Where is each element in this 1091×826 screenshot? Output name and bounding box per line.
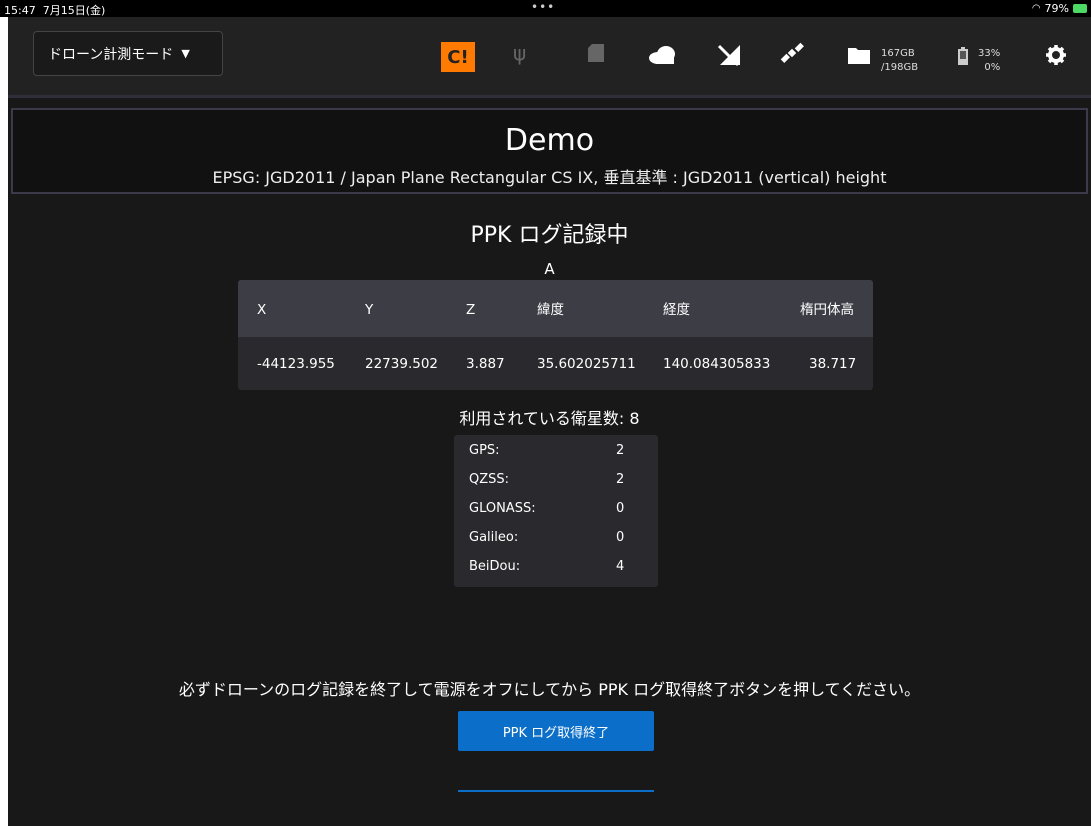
battery-percent: 79% bbox=[1044, 2, 1069, 15]
gear-icon[interactable] bbox=[1046, 45, 1066, 65]
sat-count: 2 bbox=[616, 443, 625, 458]
status-date: 7月15日(金) bbox=[42, 4, 106, 17]
mode-dropdown[interactable]: ドローン計測モード ▼ bbox=[33, 31, 223, 76]
battery-level-2: 0% bbox=[984, 62, 1001, 73]
warning-icon[interactable]: C! bbox=[441, 42, 475, 72]
battery-readout: 33% 0% bbox=[978, 47, 1000, 75]
col-header-height: 楕円体高 bbox=[800, 302, 854, 318]
cloud-icon[interactable] bbox=[648, 46, 678, 64]
satellite-table: GPS: 2 QZSS: 2 GLONASS: 0 Galileo: 0 Bei… bbox=[454, 435, 658, 587]
sat-name: BeiDou: bbox=[469, 559, 521, 574]
battery-icon bbox=[958, 47, 968, 65]
satellite-icon[interactable] bbox=[780, 41, 804, 65]
storage-readout: 167GB /198GB bbox=[881, 47, 918, 75]
col-header-y: Y bbox=[365, 302, 374, 318]
epsg-info: EPSG: JGD2011 / Japan Plane Rectangular … bbox=[212, 168, 887, 187]
battery-icon bbox=[1073, 4, 1087, 13]
divider bbox=[458, 790, 654, 792]
value-lon: 140.084305833 bbox=[663, 356, 771, 372]
chevron-down-icon: ▼ bbox=[181, 47, 190, 60]
stop-ppk-logging-button[interactable]: PPK ログ取得終了 bbox=[458, 711, 654, 751]
wifi-icon: ◠ bbox=[1031, 3, 1041, 14]
table-row: BeiDou: 4 bbox=[469, 559, 649, 581]
sat-name: QZSS: bbox=[469, 472, 510, 487]
app-window: ドローン計測モード ▼ C! ψ 167GB /198GB 33% 0% Dem… bbox=[8, 17, 1091, 826]
sat-count: 2 bbox=[616, 472, 625, 487]
folder-icon[interactable] bbox=[848, 46, 870, 64]
storage-used: 167GB bbox=[881, 48, 915, 59]
table-row: Galileo: 0 bbox=[469, 530, 649, 552]
sat-name: GLONASS: bbox=[469, 501, 536, 516]
sat-count: 4 bbox=[616, 559, 625, 574]
usb-icon[interactable]: ψ bbox=[513, 41, 526, 65]
coordinate-table: X Y Z 緯度 経度 楕円体高 -44123.955 22739.502 3.… bbox=[238, 280, 873, 390]
value-z: 3.887 bbox=[466, 356, 505, 372]
instruction-notice: 必ずドローンのログ記録を終了して電源をオフにしてから PPK ログ取得終了ボタン… bbox=[178, 680, 921, 699]
top-toolbar: ドローン計測モード ▼ C! ψ 167GB /198GB 33% 0% bbox=[8, 17, 1091, 98]
value-lat: 35.602025711 bbox=[537, 356, 636, 372]
col-header-lon: 経度 bbox=[663, 302, 690, 318]
multitask-dots[interactable]: ••• bbox=[531, 0, 555, 14]
project-header: Demo EPSG: JGD2011 / Japan Plane Rectang… bbox=[11, 108, 1088, 194]
col-header-lat: 緯度 bbox=[537, 302, 564, 318]
no-signal-icon[interactable] bbox=[716, 43, 742, 67]
sat-name: GPS: bbox=[469, 443, 500, 458]
value-y: 22739.502 bbox=[365, 356, 439, 372]
sat-name: Galileo: bbox=[469, 530, 519, 545]
sat-count: 0 bbox=[616, 501, 625, 516]
table-row: GLONASS: 0 bbox=[469, 501, 649, 523]
system-status-bar: 15:47 7月15日(金) ••• ◠ 79% bbox=[0, 0, 1091, 17]
fix-status: A bbox=[544, 260, 555, 278]
storage-total: /198GB bbox=[881, 62, 919, 73]
value-x: -44123.955 bbox=[257, 356, 335, 372]
project-title: Demo bbox=[504, 123, 595, 158]
status-time: 15:47 7月15日(金) bbox=[4, 4, 106, 17]
col-header-z: Z bbox=[466, 302, 476, 318]
table-row: GPS: 2 bbox=[469, 443, 649, 465]
sd-card-icon[interactable] bbox=[588, 44, 604, 62]
recording-status-title: PPK ログ記録中 bbox=[470, 223, 629, 248]
sat-count: 0 bbox=[616, 530, 625, 545]
table-row: QZSS: 2 bbox=[469, 472, 649, 494]
battery-level-1: 33% bbox=[978, 48, 1001, 59]
col-header-x: X bbox=[257, 302, 267, 318]
value-height: 38.717 bbox=[809, 356, 857, 372]
satellite-count: 利用されている衛星数: 8 bbox=[459, 409, 640, 428]
mode-dropdown-label: ドローン計測モード bbox=[48, 46, 174, 63]
